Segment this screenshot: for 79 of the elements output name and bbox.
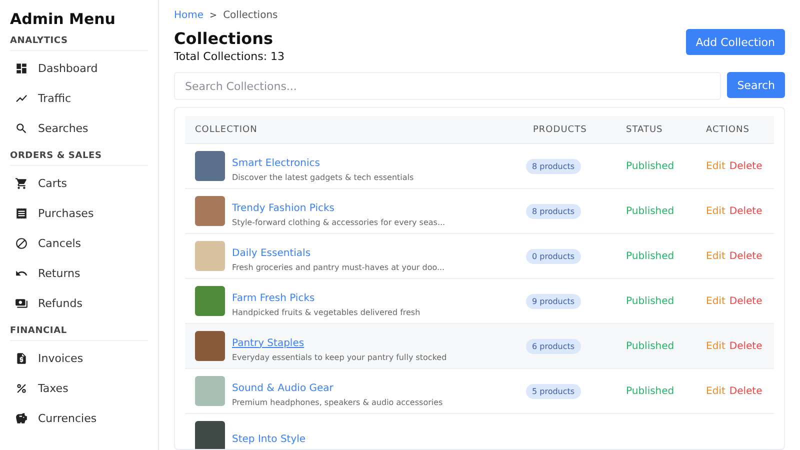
- status-text: Published: [625, 386, 676, 396]
- collection-description: Handpicked fruits & vegetables delivered fresh: [232, 308, 420, 316]
- search-icon[interactable]: [15, 122, 28, 134]
- collection-description: Fresh groceries and pantry must-haves at your doo...: [232, 262, 445, 272]
- status-text: Published: [625, 250, 676, 262]
- sidebar-item[interactable]: Purchases: [38, 206, 94, 220]
- invoice-icon[interactable]: [15, 352, 28, 364]
- cash-icon[interactable]: [15, 296, 28, 310]
- sidebar-item[interactable]: Taxes: [38, 382, 68, 394]
- sidebar-item[interactable]: Carts: [38, 176, 67, 190]
- delete-link[interactable]: Delete: [729, 340, 762, 352]
- total-count: Total Collections: 13: [174, 50, 285, 63]
- column-header: PRODUCTS: [532, 124, 588, 134]
- edit-link[interactable]: Edit: [706, 160, 726, 172]
- collection-description: Premium headphones, speakers & audio accessories: [232, 398, 443, 406]
- section-heading: ORDERS & SALES: [10, 151, 148, 166]
- collection-link[interactable]: Daily Essentials: [232, 248, 311, 258]
- sidebar-item[interactable]: Returns: [38, 266, 80, 280]
- sidebar-title: Admin Menu: [10, 10, 116, 28]
- delete-link[interactable]: Delete: [729, 206, 762, 216]
- page-title: Collections: [174, 29, 274, 48]
- status-text: Published: [625, 296, 676, 306]
- section-heading: ANALYTICS: [10, 36, 148, 51]
- delete-link[interactable]: Delete: [729, 250, 762, 262]
- search-button[interactable]: Search: [727, 72, 785, 98]
- sidebar-item[interactable]: Dashboard: [38, 62, 98, 74]
- status-text: Published: [625, 160, 676, 172]
- delete-link[interactable]: Delete: [729, 160, 762, 172]
- breadcrumb-separator: >: [210, 10, 218, 20]
- photo-placeholder: [195, 286, 225, 316]
- breadcrumb-link[interactable]: Home: [174, 10, 204, 21]
- edit-link[interactable]: Edit: [706, 340, 726, 352]
- photo-placeholder: [195, 196, 225, 226]
- percent-icon[interactable]: [15, 382, 28, 394]
- column-header: COLLECTION: [194, 124, 258, 134]
- sidebar-item[interactable]: Invoices: [38, 352, 84, 364]
- table-row[interactable]: Pantry Staples Everyday essentials to keep your pantry fully stocked 6 products Published Edit Delete: [185, 324, 774, 369]
- current-page-label: Collections: [223, 10, 278, 21]
- photo-placeholder: [195, 421, 225, 449]
- ban-icon[interactable]: [15, 236, 28, 250]
- product-count: 8 products: [526, 204, 581, 218]
- document-icon[interactable]: [15, 206, 28, 220]
- edit-link[interactable]: Edit: [706, 206, 726, 216]
- column-header: ACTIONS: [705, 124, 750, 134]
- search-field[interactable]: Search Collections...: [174, 72, 722, 100]
- photo-placeholder: [195, 241, 225, 271]
- column-header: STATUS: [625, 124, 664, 134]
- collection-link[interactable]: Sound & Audio Gear: [232, 382, 334, 394]
- collection-link[interactable]: Farm Fresh Picks: [232, 292, 315, 304]
- photo-placeholder: [195, 376, 225, 406]
- collection-link[interactable]: Trendy Fashion Picks: [232, 202, 334, 214]
- photo-placeholder: [195, 331, 225, 361]
- status-text: Published: [625, 340, 676, 352]
- photo-placeholder: [195, 151, 225, 181]
- section-heading: FINANCIAL: [10, 326, 148, 341]
- collection-description: Discover the latest gadgets & tech essentials: [232, 172, 414, 182]
- product-count: 9 products: [526, 294, 581, 308]
- collection-link[interactable]: Smart Electronics: [232, 158, 320, 168]
- sidebar-item[interactable]: Searches: [38, 122, 88, 134]
- sidebar-item[interactable]: Currencies: [38, 412, 97, 424]
- delete-link[interactable]: Delete: [729, 386, 762, 396]
- edit-link[interactable]: Edit: [706, 250, 726, 262]
- add-collection-button[interactable]: Add Collection: [686, 29, 785, 55]
- status-text: Published: [625, 206, 676, 216]
- sidebar-item[interactable]: Traffic: [38, 92, 72, 104]
- product-count: 6 products: [526, 338, 581, 354]
- sidebar-item[interactable]: Refunds: [38, 296, 82, 310]
- collection-description: Everyday essentials to keep your pantry fully stocked: [232, 352, 447, 362]
- sidebar-item[interactable]: Cancels: [38, 236, 81, 250]
- product-count: 0 products: [526, 248, 581, 264]
- product-count: 5 products: [526, 384, 581, 398]
- collection-link[interactable]: Pantry Staples: [232, 338, 304, 348]
- product-count: 8 products: [526, 158, 581, 174]
- edit-link[interactable]: Edit: [706, 296, 726, 306]
- delete-link[interactable]: Delete: [729, 296, 762, 306]
- edit-link[interactable]: Edit: [706, 386, 726, 396]
- collection-description: Style-forward clothing & accessories for every seas...: [232, 218, 446, 226]
- collection-link[interactable]: Step Into Style: [232, 434, 306, 444]
- cart-icon[interactable]: [15, 176, 28, 190]
